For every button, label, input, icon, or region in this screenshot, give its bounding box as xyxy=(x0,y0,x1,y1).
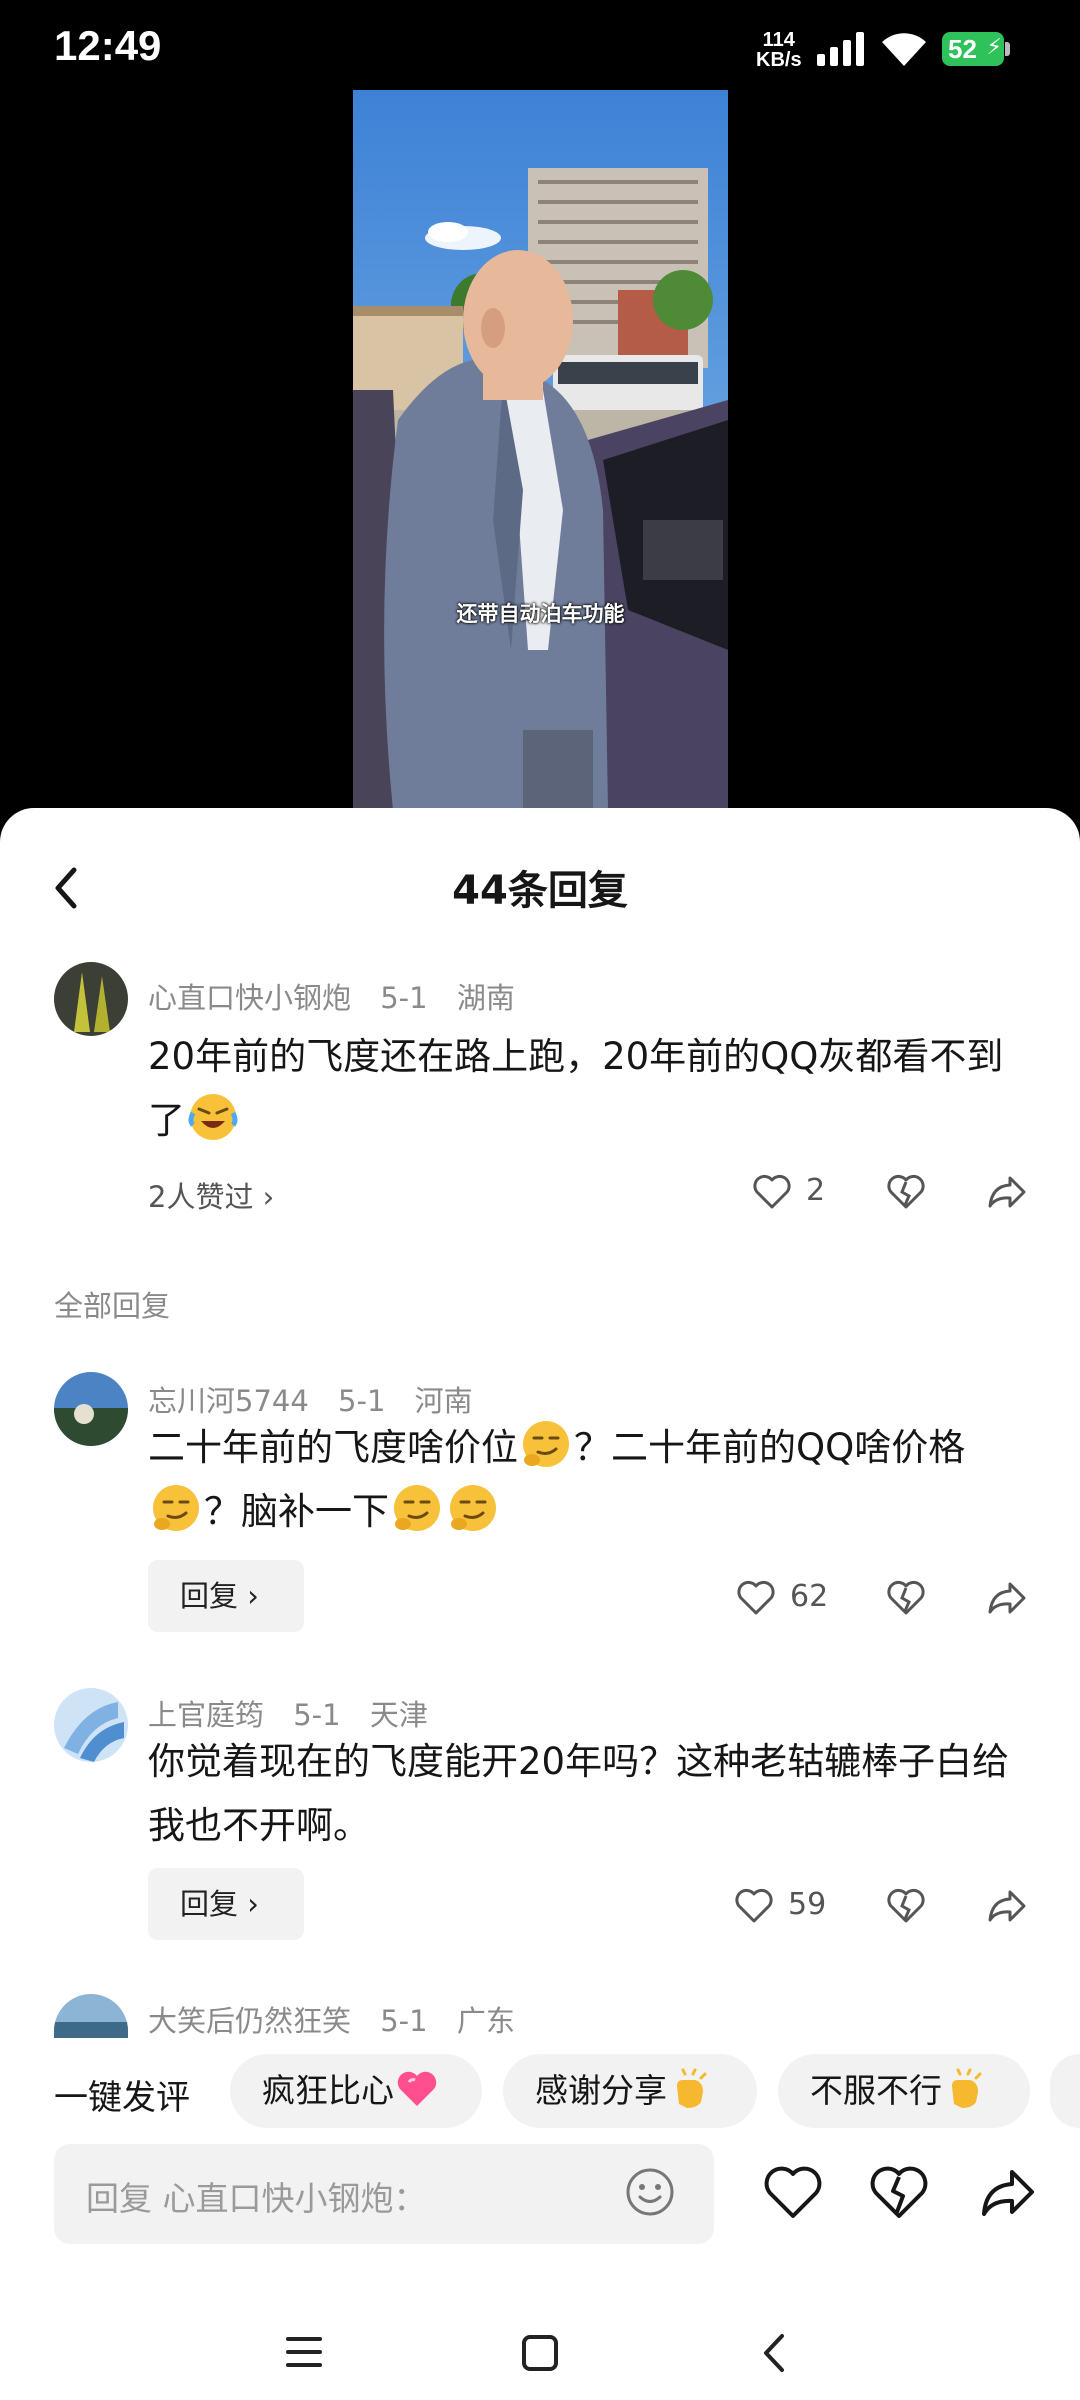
reply-date: 5-1 xyxy=(293,1698,341,1732)
menu-icon[interactable] xyxy=(284,2334,324,2370)
comment-meta: 心直口快小钢炮 5-1 湖南 xyxy=(148,975,535,1017)
avatar-image xyxy=(54,1688,128,1762)
charging-icon: ⚡ xyxy=(986,35,1002,60)
battery-tip xyxy=(1005,42,1010,56)
liked-by-link[interactable]: 2人赞过 › xyxy=(148,1174,274,1216)
like-icon[interactable] xyxy=(764,2166,822,2220)
quick-reply-chip-partial[interactable] xyxy=(1050,2054,1080,2128)
like-count: 59 xyxy=(788,1887,827,1922)
reply-text: 你觉着现在的飞度能开20年吗？这种老轱辘棒子白给我也不开啊。 xyxy=(148,1740,1010,1847)
reply-date: 5-1 xyxy=(380,2004,428,2038)
dislike-icon[interactable] xyxy=(886,1576,926,1620)
like-icon[interactable] xyxy=(736,1576,776,1620)
system-nav-bar xyxy=(0,2290,1080,2400)
dislike-icon[interactable] xyxy=(886,1884,926,1928)
laugh-cry-emoji xyxy=(188,1094,238,1140)
dislike-icon[interactable] xyxy=(870,2166,928,2220)
share-icon[interactable] xyxy=(986,1170,1028,1214)
network-speed: 114 KB/s xyxy=(756,30,802,70)
sheet-title: 44条回复 xyxy=(452,868,628,914)
like-count: 62 xyxy=(790,1579,829,1614)
quick-reply-chip[interactable]: 疯狂比心 xyxy=(230,2054,482,2128)
comment-username[interactable]: 心直口快小钢炮 xyxy=(148,981,351,1015)
video-frame xyxy=(353,90,728,810)
wifi-icon xyxy=(882,33,926,66)
chip-label: 感谢分享 xyxy=(535,2071,667,2110)
reply-username[interactable]: 大笑后仍然狂笑 xyxy=(148,2004,351,2038)
like-count: 2 xyxy=(806,1173,826,1208)
signal-icon xyxy=(817,32,864,66)
all-replies-label: 全部回复 xyxy=(54,1289,171,1323)
reply-text: 二十年前的飞度啥价位 ？二十年前的QQ啥价格 ？脑补一下 xyxy=(148,1416,1018,1544)
like-icon[interactable] xyxy=(752,1170,792,1214)
quick-reply-bar: 一键发评 疯狂比心 感谢分享 不服不行 xyxy=(0,2054,1080,2134)
avatar[interactable] xyxy=(54,962,128,1036)
smirk-emoji xyxy=(153,1485,199,1531)
reply-location: 河南 xyxy=(414,1384,473,1418)
status-bar: 12:49 114 KB/s 52 ⚡ xyxy=(0,0,1080,100)
comment-text-body: 20年前的飞度还在路上跑，20年前的QQ灰都看不到了 xyxy=(148,1035,1004,1142)
status-time: 12:49 xyxy=(54,22,162,69)
quick-reply-label: 一键发评 xyxy=(54,2078,190,2118)
battery-indicator: 52 ⚡ xyxy=(942,32,1012,66)
reply-date: 5-1 xyxy=(338,1384,386,1418)
smirk-emoji xyxy=(523,1421,569,1467)
clap-emoji xyxy=(952,2068,982,2108)
network-speed-value: 114 xyxy=(762,29,795,51)
share-icon[interactable] xyxy=(986,1576,1028,1620)
back-nav-icon[interactable] xyxy=(760,2332,788,2374)
avatar-image xyxy=(54,1372,128,1446)
reply-location: 天津 xyxy=(369,1698,428,1732)
share-icon[interactable] xyxy=(978,2166,1038,2220)
video-caption: 还带自动泊车功能 xyxy=(456,602,625,626)
avatar[interactable] xyxy=(54,1688,128,1762)
quick-reply-chip[interactable]: 不服不行 xyxy=(778,2054,1030,2128)
clap-emoji xyxy=(677,2068,707,2108)
reply-meta: 上官庭筠 5-1 天津 xyxy=(148,1692,448,1734)
avatar[interactable] xyxy=(54,1372,128,1446)
reply-username[interactable]: 忘川河5744 xyxy=(148,1384,309,1418)
dislike-icon[interactable] xyxy=(886,1170,926,1214)
reply-text-part: ？二十年前的QQ啥价格 xyxy=(574,1426,966,1469)
like-icon[interactable] xyxy=(734,1884,774,1928)
smirk-emoji xyxy=(394,1485,440,1531)
reply-location: 广东 xyxy=(456,2004,515,2038)
reply-input-placeholder: 回复 心直口快小钢炮： xyxy=(86,2179,427,2218)
quick-reply-chip[interactable]: 感谢分享 xyxy=(503,2054,757,2128)
reply-text-part: 二十年前的飞度啥价位 xyxy=(148,1426,518,1469)
comment-date: 5-1 xyxy=(380,981,428,1015)
smirk-emoji xyxy=(450,1485,496,1531)
network-speed-unit: KB/s xyxy=(756,49,802,71)
emoji-picker-icon[interactable] xyxy=(624,2166,676,2218)
heart-emoji xyxy=(397,2071,437,2106)
chip-label: 不服不行 xyxy=(810,2071,942,2110)
share-icon[interactable] xyxy=(986,1884,1028,1928)
reply-button[interactable]: 回复 › xyxy=(148,1560,304,1632)
reply-input[interactable]: 回复 心直口快小钢炮： xyxy=(54,2144,714,2244)
sheet-header: 44条回复 xyxy=(0,808,1080,958)
reply-username[interactable]: 上官庭筠 xyxy=(148,1698,264,1732)
reply-meta: 忘川河5744 5-1 河南 xyxy=(148,1378,493,1420)
reply-button[interactable]: 回复 › xyxy=(148,1868,304,1940)
reply-meta: 大笑后仍然狂笑 5-1 广东 xyxy=(148,1998,535,2040)
comment-location: 湖南 xyxy=(456,981,515,1015)
home-icon[interactable] xyxy=(521,2334,559,2372)
comment-text: 20年前的飞度还在路上跑，20年前的QQ灰都看不到了 xyxy=(148,1025,1018,1153)
avatar-image xyxy=(54,962,128,1036)
video-player[interactable]: 还带自动泊车功能 xyxy=(353,90,728,810)
chip-label: 疯狂比心 xyxy=(262,2071,394,2110)
reply-text-part: ？脑补一下 xyxy=(204,1490,389,1533)
